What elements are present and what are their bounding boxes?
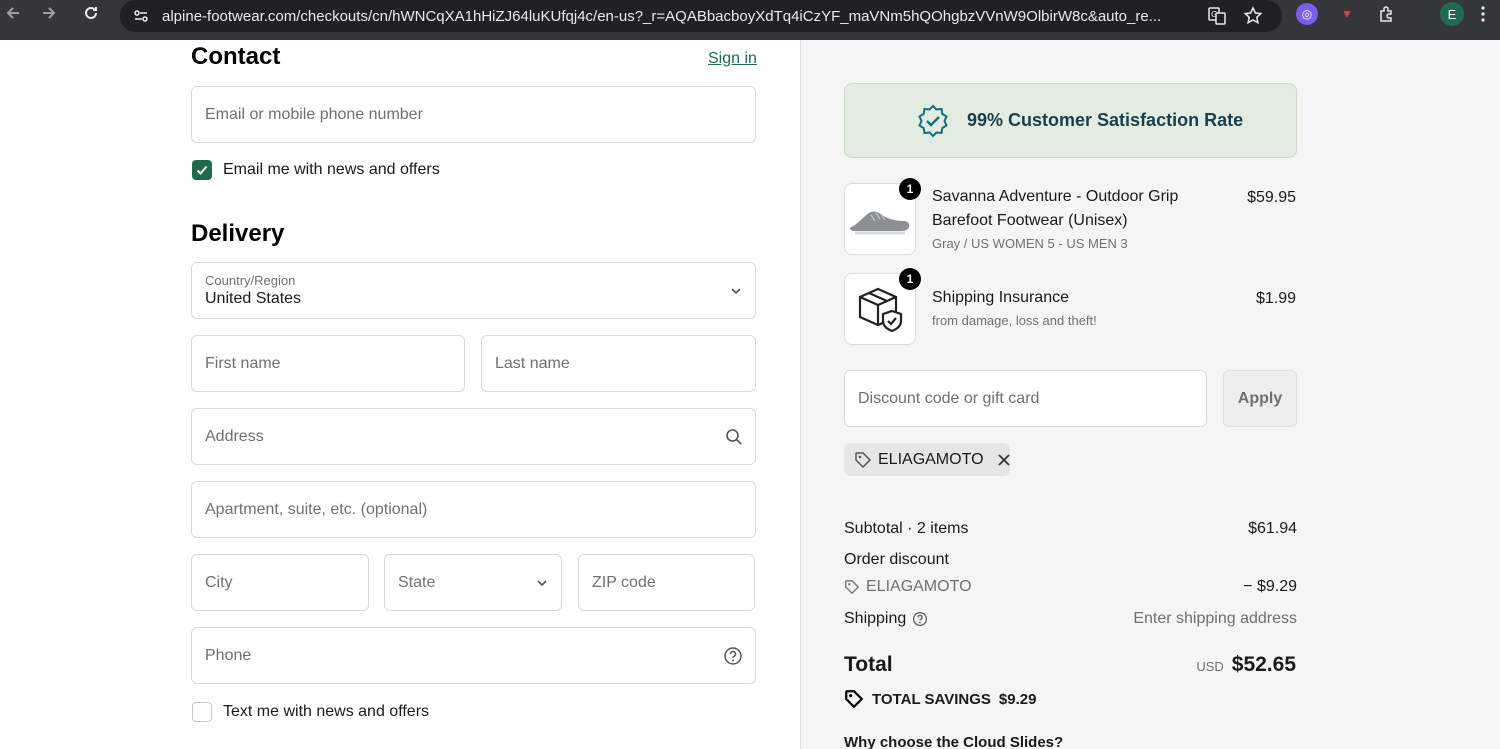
satisfaction-banner: 99% Customer Satisfaction Rate [844, 83, 1297, 158]
shoe-image [850, 211, 910, 235]
extension-red-icon[interactable]: ▼ [1336, 3, 1358, 25]
discount-code-row: ELIAGAMOTO − $9.29 [844, 578, 1297, 596]
total-amount: USD $52.65 [1196, 653, 1296, 677]
email-field[interactable]: Email or mobile phone number [191, 86, 756, 143]
reload-icon[interactable] [78, 0, 104, 26]
tag-icon [844, 579, 860, 595]
zip-field[interactable]: ZIP code [578, 554, 755, 611]
discount-code-label: ELIAGAMOTO [866, 578, 972, 595]
shipping-label: Shipping [844, 610, 907, 627]
phone-placeholder: Phone [205, 646, 252, 664]
applied-code: ELIAGAMOTO [878, 450, 984, 468]
item-title-line: Savanna Adventure - Outdoor Grip [932, 188, 1179, 205]
translate-icon[interactable]: G [1204, 3, 1230, 29]
order-summary: 99% Customer Satisfaction Rate 1 Savanna… [800, 40, 1500, 749]
profile-avatar[interactable]: E [1440, 2, 1464, 26]
extension-purple-icon[interactable]: ◎ [1296, 3, 1318, 25]
first-name-placeholder: First name [205, 354, 281, 372]
state-select[interactable]: State [384, 554, 562, 611]
help-icon[interactable] [912, 611, 928, 627]
item-price: $59.95 [1247, 189, 1296, 206]
email-news-checkbox[interactable]: Email me with news and offers [192, 160, 440, 180]
total-savings: TOTAL SAVINGS $9.29 [844, 689, 1036, 709]
delivery-heading: Delivery [191, 220, 285, 247]
subtotal-label: Subtotal · 2 items [844, 520, 969, 537]
city-placeholder: City [205, 573, 233, 591]
url-text[interactable]: alpine-footwear.com/checkouts/cn/hWNCqXA… [162, 8, 1192, 25]
last-name-placeholder: Last name [495, 354, 570, 372]
last-name-field[interactable]: Last name [481, 335, 756, 392]
verified-badge-icon [915, 103, 951, 139]
item-title: Savanna Adventure - Outdoor Grip Barefoo… [932, 185, 1178, 233]
shipping-row: Shipping Enter shipping address [844, 610, 1297, 628]
extensions-puzzle-icon[interactable] [1376, 3, 1398, 25]
order-discount-label: Order discount [844, 551, 949, 568]
tag-icon [854, 451, 872, 469]
apartment-placeholder: Apartment, suite, etc. (optional) [205, 500, 428, 518]
chevron-down-icon [729, 284, 743, 298]
discount-code-input[interactable]: Discount code or gift card [844, 370, 1207, 427]
checkbox-box[interactable] [192, 702, 212, 722]
sign-in-link[interactable]: Sign in [708, 50, 757, 68]
remove-discount-icon[interactable] [996, 452, 1012, 468]
total-value: $52.65 [1231, 653, 1296, 676]
email-placeholder: Email or mobile phone number [205, 105, 423, 123]
apply-button[interactable]: Apply [1223, 370, 1297, 427]
bookmark-star-icon[interactable] [1240, 3, 1266, 29]
forward-icon[interactable] [36, 0, 62, 26]
order-discount-row: Order discount [844, 551, 1297, 569]
subtotal-value: $61.94 [1248, 520, 1297, 537]
item-variant: from damage, loss and theft! [932, 313, 1097, 328]
help-icon[interactable] [723, 646, 743, 666]
item-title: Shipping Insurance [932, 289, 1069, 306]
subtotal-row: Subtotal · 2 items $61.94 [844, 520, 1297, 538]
contact-heading: Contact [191, 43, 281, 70]
item-title-line: Barefoot Footwear (Unisex) [932, 212, 1128, 229]
back-icon[interactable] [0, 0, 26, 26]
total-label: Total [844, 653, 893, 676]
item-variant: Gray / US WOMEN 5 - US MEN 3 [932, 236, 1128, 251]
applied-discount-tag: ELIAGAMOTO [844, 443, 1010, 476]
browser-toolbar: alpine-footwear.com/checkouts/cn/hWNCqXA… [0, 0, 1500, 40]
savings-value: $9.29 [998, 690, 1037, 708]
quantity-badge: 1 [899, 178, 921, 200]
text-news-checkbox[interactable]: Text me with news and offers [192, 702, 429, 722]
apartment-field[interactable]: Apartment, suite, etc. (optional) [191, 481, 756, 538]
discount-placeholder: Discount code or gift card [858, 389, 1040, 407]
shipping-value: Enter shipping address [1133, 610, 1297, 627]
chevron-down-icon [535, 576, 549, 590]
site-settings-icon[interactable] [126, 1, 156, 31]
savings-label: TOTAL SAVINGS [872, 690, 991, 708]
banner-text: 99% Customer Satisfaction Rate [967, 110, 1244, 130]
city-field[interactable]: City [191, 554, 369, 611]
address-placeholder: Address [205, 427, 264, 445]
address-bar[interactable]: alpine-footwear.com/checkouts/cn/hWNCqXA… [120, 0, 1282, 32]
product-thumbnail: 1 [844, 178, 921, 255]
checkout-form: Contact Sign in Email or mobile phone nu… [0, 40, 800, 749]
quantity-badge: 1 [899, 268, 921, 290]
package-shield-icon [858, 287, 903, 333]
item-price: $1.99 [1255, 290, 1296, 307]
browser-menu-icon[interactable] [1480, 4, 1486, 24]
first-name-field[interactable]: First name [191, 335, 465, 392]
phone-field[interactable]: Phone [191, 627, 756, 684]
country-select[interactable]: Country/Region United States [191, 262, 756, 319]
checkmark-icon[interactable] [192, 160, 212, 180]
email-news-label: Email me with news and offers [223, 161, 440, 178]
address-field[interactable]: Address [191, 408, 756, 465]
zip-placeholder: ZIP code [592, 573, 656, 591]
search-icon[interactable] [725, 428, 743, 446]
savings-tag-icon [844, 689, 864, 709]
text-news-label: Text me with news and offers [223, 703, 430, 720]
country-label: Country/Region [205, 273, 296, 288]
why-choose-heading: Why choose the Cloud Slides? [844, 734, 1064, 749]
state-placeholder: State [398, 573, 436, 591]
country-value: United States [205, 290, 302, 307]
currency-code: USD [1196, 659, 1224, 674]
insurance-thumbnail: 1 [844, 268, 921, 345]
discount-value: − $9.29 [1243, 578, 1297, 595]
